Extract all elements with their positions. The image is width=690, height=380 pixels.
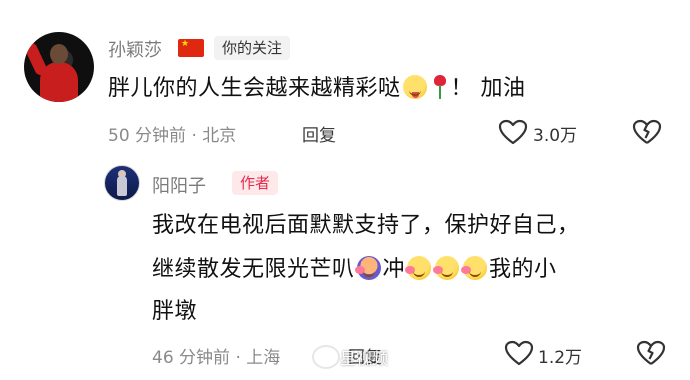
comment1-dislike-icon[interactable]	[632, 119, 662, 145]
comment1-text: 胖儿你的人生会越来越精彩哒 ！ 加油	[108, 72, 526, 106]
following-tag: 你的关注	[214, 36, 291, 60]
comment2-line2-b: 冲	[382, 257, 406, 282]
tongue-emoji-icon	[402, 75, 427, 99]
avatar-sun-yingsha[interactable]	[24, 32, 94, 102]
hugging-people-emoji-icon	[354, 256, 381, 280]
comment2-like-icon[interactable]	[504, 340, 534, 366]
comment1-time-location: 50 分钟前 · 北京	[108, 126, 237, 146]
comment1-username[interactable]: 孙颖莎	[108, 36, 162, 62]
comment2-line2: 继续散发无限光芒叭 冲 我的小	[152, 253, 557, 287]
comment1-text-end: ！ 加油	[450, 76, 526, 101]
comment2-time-location: 46 分钟前 · 上海	[152, 348, 281, 368]
comment2-line3: 胖墩	[152, 299, 198, 324]
comment2-line2-c: 我的小	[489, 257, 557, 282]
rose-emoji-icon	[433, 75, 447, 99]
avatar-yangyangzi[interactable]	[104, 165, 140, 201]
china-flag-icon: ★	[178, 39, 204, 57]
comment1-like-count: 3.0万	[533, 126, 578, 146]
comment1-like-icon[interactable]	[498, 119, 528, 145]
watermark-logo-icon	[312, 345, 340, 369]
comment2-dislike-icon[interactable]	[636, 340, 666, 366]
comment1-reply-button[interactable]: 回复	[302, 121, 336, 146]
hug-face-emoji-icon	[433, 256, 460, 280]
comment2-line1: 我改在电视后面默默支持了，保护好自己，	[152, 213, 580, 238]
author-tag: 作者	[232, 171, 279, 195]
hug-face-emoji-icon	[405, 256, 432, 280]
hug-face-emoji-icon	[461, 256, 488, 280]
comment2-username[interactable]: 阳阳子	[152, 172, 206, 198]
comment2-like-count: 1.2万	[538, 348, 583, 368]
watermark-text: 星视频	[340, 349, 389, 368]
comment1-text-main: 胖儿你的人生会越来越精彩哒	[108, 76, 401, 101]
comment2-line2-a: 继续散发无限光芒叭	[152, 257, 355, 282]
